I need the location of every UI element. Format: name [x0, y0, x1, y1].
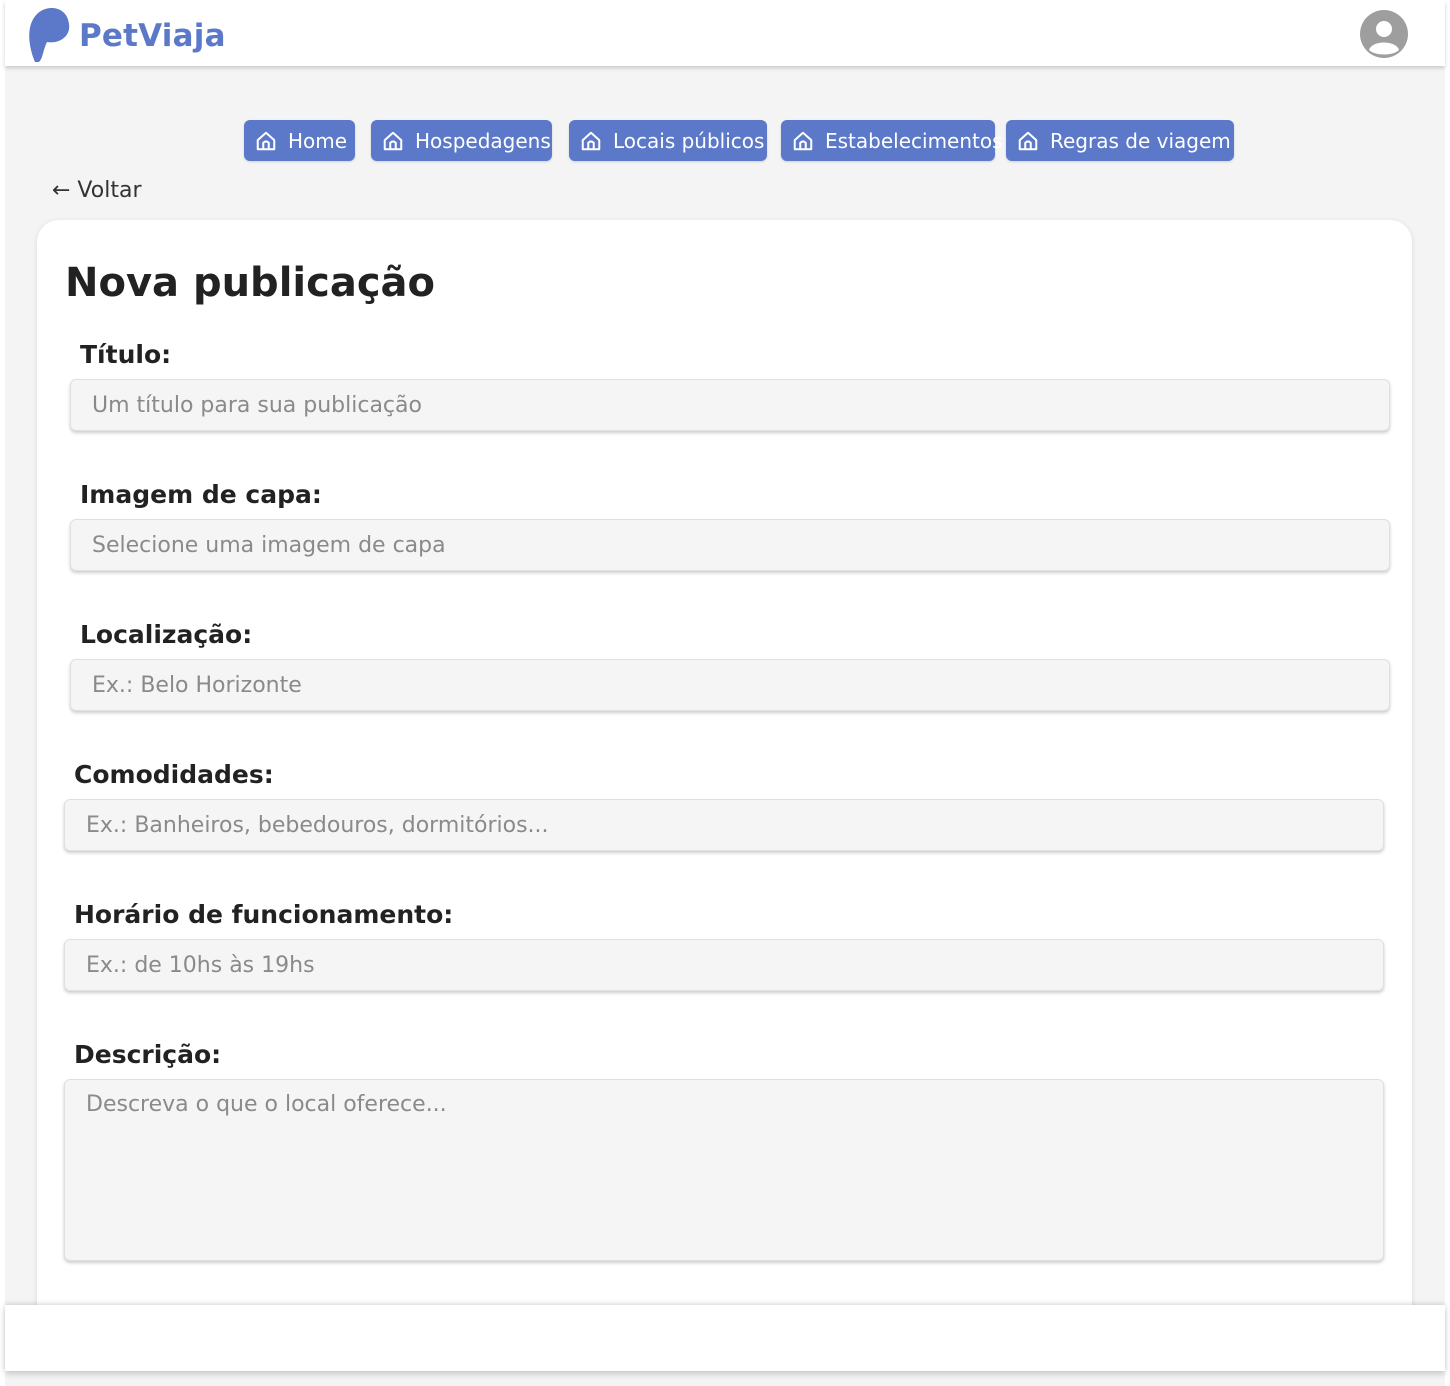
nav-label: Regras de viagem — [1050, 128, 1231, 153]
home-icon — [580, 130, 602, 152]
description-textarea[interactable] — [64, 1079, 1384, 1261]
app-frame: PetViaja Home Hospedagens Locais público… — [5, 0, 1445, 1386]
amenities-input[interactable] — [64, 799, 1384, 851]
home-icon — [792, 130, 814, 152]
opening-hours-input[interactable] — [64, 939, 1384, 991]
nav-label: Home — [288, 128, 348, 153]
amenities-label: Comodidades: — [74, 760, 274, 789]
location-label: Localização: — [80, 620, 253, 649]
location-input[interactable] — [70, 659, 1390, 711]
title-input[interactable] — [70, 379, 1390, 431]
nav-home-button[interactable]: Home — [244, 120, 355, 161]
footer-bar — [5, 1305, 1445, 1371]
page-title: Nova publicação — [65, 260, 435, 306]
main-nav: Home Hospedagens Locais públicos Estabel… — [5, 120, 1445, 161]
home-icon — [382, 130, 404, 152]
back-link[interactable]: ← Voltar — [52, 178, 142, 203]
home-icon — [255, 130, 277, 152]
home-icon — [1017, 130, 1039, 152]
top-bar: PetViaja — [5, 0, 1445, 66]
nav-label: Estabelecimentos — [825, 128, 1003, 153]
cover-image-input[interactable] — [70, 519, 1390, 571]
new-post-form-card: Nova publicação Título: Imagem de capa: … — [37, 220, 1412, 1340]
nav-locais-publicos-button[interactable]: Locais públicos — [569, 120, 767, 161]
nav-label: Locais públicos — [613, 128, 765, 153]
paw-logo-icon[interactable] — [27, 4, 71, 64]
cover-image-label: Imagem de capa: — [80, 480, 322, 509]
opening-hours-label: Horário de funcionamento: — [74, 900, 454, 929]
title-label: Título: — [80, 340, 172, 369]
nav-estabelecimentos-button[interactable]: Estabelecimentos — [781, 120, 1003, 161]
nav-label: Hospedagens — [415, 128, 551, 153]
nav-hospedagens-button[interactable]: Hospedagens — [371, 120, 552, 161]
nav-regras-de-viagem-button[interactable]: Regras de viagem — [1006, 120, 1234, 161]
brand-name[interactable]: PetViaja — [79, 18, 226, 54]
user-avatar-icon[interactable] — [1360, 10, 1408, 58]
description-label: Descrição: — [74, 1040, 222, 1069]
